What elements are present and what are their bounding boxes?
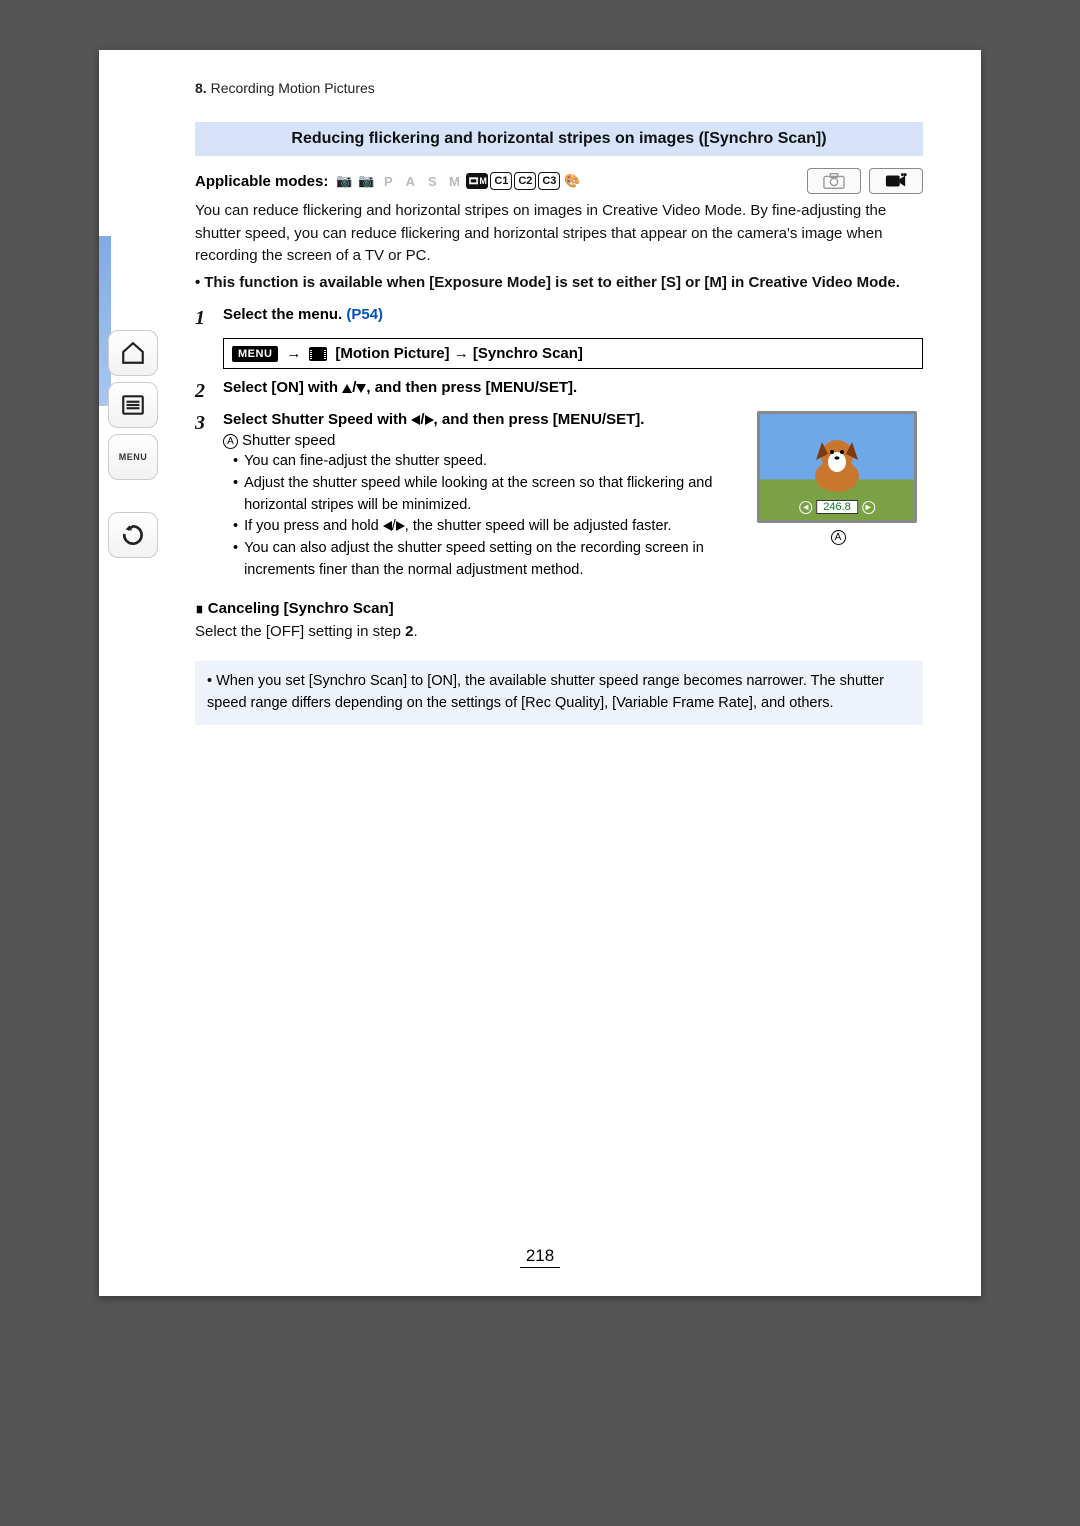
- page-number: 218: [99, 1246, 981, 1266]
- modes-label: Applicable modes:: [195, 173, 328, 190]
- home-button[interactable]: [108, 330, 158, 376]
- dog-icon: [802, 432, 872, 492]
- step-1-link[interactable]: (P54): [346, 306, 383, 323]
- down-icon: [356, 384, 366, 393]
- mode-icons: 📷 📷 P A S M 🎞M C1 C2 C3 🎨: [334, 171, 582, 191]
- illustration: ◄ 246.8 ► A: [757, 411, 923, 545]
- note-box: When you set [Synchro Scan] to [ON], the…: [195, 661, 923, 725]
- left-icon: [383, 521, 392, 531]
- step-num: 2: [195, 379, 223, 403]
- mode-c2-icon: C2: [514, 172, 536, 190]
- step-2-text: Select [ON] with /, and then press [MENU…: [223, 379, 577, 396]
- value-bar: ◄ 246.8 ►: [799, 500, 875, 514]
- menu-path-text: [Motion Picture] → [Synchro Scan]: [335, 345, 583, 362]
- note-text: When you set [Synchro Scan] to [ON], the…: [207, 671, 911, 715]
- breadcrumb-text: Recording Motion Pictures: [211, 80, 375, 96]
- mode-c3-icon: C3: [538, 172, 560, 190]
- sidebar: MENU: [99, 330, 167, 558]
- mode-c1-icon: C1: [490, 172, 512, 190]
- step-3: 3: [195, 411, 923, 582]
- mode-ia-icon: 📷: [334, 171, 354, 191]
- step-3-text: Select Shutter Speed with /, and then pr…: [223, 411, 644, 428]
- sub-item-text: You can also adjust the shutter speed se…: [244, 538, 745, 582]
- cancel-body: Select the [OFF] setting in step 2.: [195, 621, 923, 644]
- page: MENU 8. Recording Motion Pictures Reduci…: [99, 50, 981, 1296]
- mode-palette-icon: 🎨: [562, 171, 582, 191]
- camera-icon: [823, 172, 845, 190]
- breadcrumb-num: 8.: [195, 80, 207, 96]
- label-a-icon: A: [831, 530, 846, 545]
- cancel-a: Select the [OFF] setting in step: [195, 623, 405, 640]
- breadcrumb: 8. Recording Motion Pictures: [195, 80, 923, 96]
- video-icon: [885, 172, 907, 190]
- sub-item-text: You can fine-adjust the shutter speed.: [244, 451, 487, 473]
- sub-item: If you press and hold /, the shutter spe…: [233, 516, 745, 538]
- cancel-heading: Canceling [Synchro Scan]: [195, 600, 923, 617]
- screen-preview: ◄ 246.8 ►: [757, 411, 917, 523]
- back-icon: [120, 522, 146, 548]
- sub-item-text: Adjust the shutter speed while looking a…: [244, 473, 745, 517]
- arrow-icon: →: [286, 345, 301, 362]
- step-body: Select the menu. (P54): [223, 306, 923, 330]
- mode-film-m-icon: 🎞M: [466, 173, 488, 189]
- shutter-label: Shutter speed: [242, 432, 335, 449]
- mode-m-icon: M: [444, 171, 464, 191]
- sub-item-text: If you press and hold /, the shutter spe…: [244, 516, 672, 538]
- left-arrow-icon: ◄: [799, 501, 812, 514]
- video-badge: [869, 168, 923, 194]
- step-body: Select [ON] with /, and then press [MENU…: [223, 379, 923, 403]
- film-icon: [309, 347, 327, 361]
- mode-badges: [807, 168, 923, 194]
- sub-item: You can also adjust the shutter speed se…: [233, 538, 745, 582]
- shutter-value: 246.8: [816, 500, 858, 514]
- left-icon: [411, 415, 420, 425]
- list-icon: [120, 392, 146, 418]
- applicable-modes-row: Applicable modes: 📷 📷 P A S M 🎞M C1 C2 C…: [195, 168, 923, 194]
- viewer-background: MENU 8. Recording Motion Pictures Reduci…: [0, 0, 1080, 1526]
- mode-a-icon: A: [400, 171, 420, 191]
- step-num: 1: [195, 306, 223, 330]
- menu-path: MENU → [Motion Picture] → [Synchro Scan]: [223, 338, 923, 369]
- section-title: Reducing flickering and horizontal strip…: [195, 122, 923, 156]
- step-1: 1 Select the menu. (P54): [195, 306, 923, 330]
- circ-a-icon: A: [223, 434, 238, 449]
- photo-badge: [807, 168, 861, 194]
- intro-bullet: This function is available when [Exposur…: [195, 272, 923, 295]
- toc-button[interactable]: [108, 382, 158, 428]
- home-icon: [120, 340, 146, 366]
- step-body: ◄ 246.8 ► A Select Shutter Speed with /,…: [223, 411, 923, 582]
- menu-button[interactable]: MENU: [108, 434, 158, 480]
- right-arrow-icon: ►: [862, 501, 875, 514]
- content: 8. Recording Motion Pictures Reducing fl…: [167, 50, 951, 1296]
- page-number-text: 218: [520, 1246, 560, 1268]
- right-icon: [396, 521, 405, 531]
- intro-text: You can reduce flickering and horizontal…: [195, 200, 923, 268]
- illus-label: A: [757, 529, 923, 545]
- step-2: 2 Select [ON] with /, and then press [ME…: [195, 379, 923, 403]
- sub-item: You can fine-adjust the shutter speed.: [233, 451, 745, 473]
- sub-item: Adjust the shutter speed while looking a…: [233, 473, 745, 517]
- step-1-text: Select the menu.: [223, 306, 342, 323]
- right-icon: [425, 415, 434, 425]
- up-icon: [342, 384, 352, 393]
- steps: 1 Select the menu. (P54) MENU → [Motion …: [195, 306, 923, 582]
- menu-chip: MENU: [232, 346, 278, 362]
- mode-p-icon: P: [378, 171, 398, 191]
- step-num: 3: [195, 411, 223, 582]
- mode-s-icon: S: [422, 171, 442, 191]
- cancel-c: .: [413, 623, 417, 640]
- mode-iap-icon: 📷: [356, 171, 376, 191]
- back-button[interactable]: [108, 512, 158, 558]
